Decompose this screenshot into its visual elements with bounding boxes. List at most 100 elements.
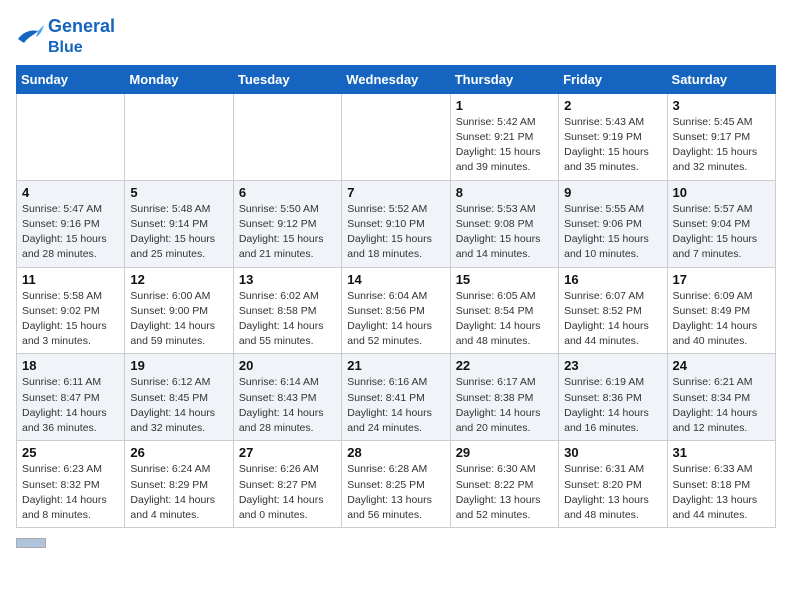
logo-icon [16, 25, 44, 47]
day-number: 23 [564, 358, 661, 373]
day-number: 8 [456, 185, 553, 200]
day-number: 12 [130, 272, 227, 287]
day-number: 5 [130, 185, 227, 200]
calendar-cell: 16 Sunrise: 6:07 AMSunset: 8:52 PMDaylig… [559, 267, 667, 354]
day-info: Sunrise: 6:07 AMSunset: 8:52 PMDaylight:… [564, 289, 661, 350]
day-info: Sunrise: 6:05 AMSunset: 8:54 PMDaylight:… [456, 289, 553, 350]
day-info: Sunrise: 6:23 AMSunset: 8:32 PMDaylight:… [22, 462, 119, 523]
calendar-cell: 10 Sunrise: 5:57 AMSunset: 9:04 PMDaylig… [667, 180, 775, 267]
day-info: Sunrise: 6:30 AMSunset: 8:22 PMDaylight:… [456, 462, 553, 523]
day-info: Sunrise: 5:42 AMSunset: 9:21 PMDaylight:… [456, 115, 553, 176]
day-info: Sunrise: 6:16 AMSunset: 8:41 PMDaylight:… [347, 375, 444, 436]
calendar-cell: 3 Sunrise: 5:45 AMSunset: 9:17 PMDayligh… [667, 93, 775, 180]
calendar-cell: 26 Sunrise: 6:24 AMSunset: 8:29 PMDaylig… [125, 441, 233, 528]
calendar-cell: 23 Sunrise: 6:19 AMSunset: 8:36 PMDaylig… [559, 354, 667, 441]
calendar-cell: 29 Sunrise: 6:30 AMSunset: 8:22 PMDaylig… [450, 441, 558, 528]
day-number: 10 [673, 185, 770, 200]
calendar-cell: 17 Sunrise: 6:09 AMSunset: 8:49 PMDaylig… [667, 267, 775, 354]
day-number: 3 [673, 98, 770, 113]
day-info: Sunrise: 6:19 AMSunset: 8:36 PMDaylight:… [564, 375, 661, 436]
day-number: 17 [673, 272, 770, 287]
day-info: Sunrise: 6:24 AMSunset: 8:29 PMDaylight:… [130, 462, 227, 523]
day-number: 22 [456, 358, 553, 373]
calendar-cell: 25 Sunrise: 6:23 AMSunset: 8:32 PMDaylig… [17, 441, 125, 528]
day-number: 4 [22, 185, 119, 200]
calendar-table: SundayMondayTuesdayWednesdayThursdayFrid… [16, 65, 776, 528]
calendar-cell [125, 93, 233, 180]
day-number: 29 [456, 445, 553, 460]
weekday-header-wednesday: Wednesday [342, 65, 450, 93]
calendar-cell: 13 Sunrise: 6:02 AMSunset: 8:58 PMDaylig… [233, 267, 341, 354]
day-number: 1 [456, 98, 553, 113]
weekday-header-monday: Monday [125, 65, 233, 93]
day-number: 31 [673, 445, 770, 460]
day-number: 19 [130, 358, 227, 373]
day-info: Sunrise: 5:53 AMSunset: 9:08 PMDaylight:… [456, 202, 553, 263]
day-number: 11 [22, 272, 119, 287]
day-number: 20 [239, 358, 336, 373]
calendar-cell: 31 Sunrise: 6:33 AMSunset: 8:18 PMDaylig… [667, 441, 775, 528]
calendar-cell: 27 Sunrise: 6:26 AMSunset: 8:27 PMDaylig… [233, 441, 341, 528]
day-info: Sunrise: 5:48 AMSunset: 9:14 PMDaylight:… [130, 202, 227, 263]
calendar-cell: 22 Sunrise: 6:17 AMSunset: 8:38 PMDaylig… [450, 354, 558, 441]
day-number: 7 [347, 185, 444, 200]
calendar-cell: 19 Sunrise: 6:12 AMSunset: 8:45 PMDaylig… [125, 354, 233, 441]
day-info: Sunrise: 5:45 AMSunset: 9:17 PMDaylight:… [673, 115, 770, 176]
day-number: 15 [456, 272, 553, 287]
day-info: Sunrise: 6:11 AMSunset: 8:47 PMDaylight:… [22, 375, 119, 436]
day-info: Sunrise: 6:00 AMSunset: 9:00 PMDaylight:… [130, 289, 227, 350]
day-info: Sunrise: 6:02 AMSunset: 8:58 PMDaylight:… [239, 289, 336, 350]
day-info: Sunrise: 6:12 AMSunset: 8:45 PMDaylight:… [130, 375, 227, 436]
page-header: General Blue [16, 16, 776, 57]
weekday-header-friday: Friday [559, 65, 667, 93]
day-info: Sunrise: 5:47 AMSunset: 9:16 PMDaylight:… [22, 202, 119, 263]
calendar-cell [233, 93, 341, 180]
calendar-cell: 30 Sunrise: 6:31 AMSunset: 8:20 PMDaylig… [559, 441, 667, 528]
day-number: 2 [564, 98, 661, 113]
calendar-cell [342, 93, 450, 180]
weekday-header-sunday: Sunday [17, 65, 125, 93]
calendar-cell: 8 Sunrise: 5:53 AMSunset: 9:08 PMDayligh… [450, 180, 558, 267]
calendar-cell: 7 Sunrise: 5:52 AMSunset: 9:10 PMDayligh… [342, 180, 450, 267]
day-number: 14 [347, 272, 444, 287]
calendar-cell: 21 Sunrise: 6:16 AMSunset: 8:41 PMDaylig… [342, 354, 450, 441]
calendar-cell: 11 Sunrise: 5:58 AMSunset: 9:02 PMDaylig… [17, 267, 125, 354]
day-info: Sunrise: 6:09 AMSunset: 8:49 PMDaylight:… [673, 289, 770, 350]
weekday-header-tuesday: Tuesday [233, 65, 341, 93]
day-info: Sunrise: 5:55 AMSunset: 9:06 PMDaylight:… [564, 202, 661, 263]
day-info: Sunrise: 6:17 AMSunset: 8:38 PMDaylight:… [456, 375, 553, 436]
day-info: Sunrise: 6:14 AMSunset: 8:43 PMDaylight:… [239, 375, 336, 436]
day-info: Sunrise: 6:33 AMSunset: 8:18 PMDaylight:… [673, 462, 770, 523]
weekday-header-thursday: Thursday [450, 65, 558, 93]
day-number: 26 [130, 445, 227, 460]
legend [16, 538, 776, 548]
week-row-3: 11 Sunrise: 5:58 AMSunset: 9:02 PMDaylig… [17, 267, 776, 354]
calendar-cell: 12 Sunrise: 6:00 AMSunset: 9:00 PMDaylig… [125, 267, 233, 354]
calendar-cell: 18 Sunrise: 6:11 AMSunset: 8:47 PMDaylig… [17, 354, 125, 441]
calendar-cell: 20 Sunrise: 6:14 AMSunset: 8:43 PMDaylig… [233, 354, 341, 441]
day-info: Sunrise: 6:26 AMSunset: 8:27 PMDaylight:… [239, 462, 336, 523]
day-info: Sunrise: 6:31 AMSunset: 8:20 PMDaylight:… [564, 462, 661, 523]
calendar-cell: 6 Sunrise: 5:50 AMSunset: 9:12 PMDayligh… [233, 180, 341, 267]
day-info: Sunrise: 5:57 AMSunset: 9:04 PMDaylight:… [673, 202, 770, 263]
day-number: 25 [22, 445, 119, 460]
day-number: 6 [239, 185, 336, 200]
calendar-cell: 4 Sunrise: 5:47 AMSunset: 9:16 PMDayligh… [17, 180, 125, 267]
daylight-legend-swatch [16, 538, 46, 548]
calendar-cell: 15 Sunrise: 6:05 AMSunset: 8:54 PMDaylig… [450, 267, 558, 354]
week-row-5: 25 Sunrise: 6:23 AMSunset: 8:32 PMDaylig… [17, 441, 776, 528]
weekday-header-row: SundayMondayTuesdayWednesdayThursdayFrid… [17, 65, 776, 93]
day-number: 9 [564, 185, 661, 200]
weekday-header-saturday: Saturday [667, 65, 775, 93]
calendar-cell: 1 Sunrise: 5:42 AMSunset: 9:21 PMDayligh… [450, 93, 558, 180]
calendar-cell: 28 Sunrise: 6:28 AMSunset: 8:25 PMDaylig… [342, 441, 450, 528]
day-number: 13 [239, 272, 336, 287]
day-number: 21 [347, 358, 444, 373]
day-number: 16 [564, 272, 661, 287]
day-info: Sunrise: 5:43 AMSunset: 9:19 PMDaylight:… [564, 115, 661, 176]
day-number: 28 [347, 445, 444, 460]
calendar-cell [17, 93, 125, 180]
calendar-cell: 24 Sunrise: 6:21 AMSunset: 8:34 PMDaylig… [667, 354, 775, 441]
day-info: Sunrise: 5:52 AMSunset: 9:10 PMDaylight:… [347, 202, 444, 263]
logo: General Blue [16, 16, 115, 57]
